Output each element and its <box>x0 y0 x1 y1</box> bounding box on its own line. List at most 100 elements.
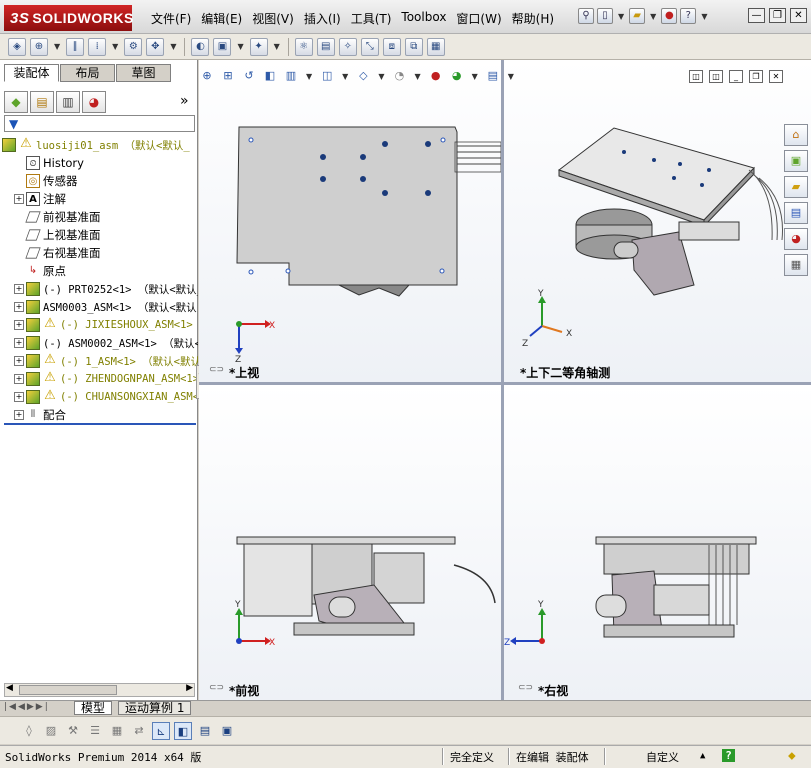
chevron-down-icon[interactable]: ▼ <box>508 72 514 81</box>
close-button[interactable]: ✕ <box>790 8 807 23</box>
tag-icon[interactable]: ⬥ <box>788 749 796 763</box>
restore-button[interactable]: ❐ <box>769 8 786 23</box>
origin-view-icon[interactable]: ⊾ <box>152 721 170 740</box>
exploded-view-icon[interactable]: ✧ <box>338 37 357 56</box>
chevron-down-icon[interactable]: ▼ <box>274 42 280 51</box>
part-icon[interactable]: ▨ <box>42 722 60 740</box>
solidworks-resources-icon[interactable]: ⌂ <box>784 124 808 146</box>
tree-item-history[interactable]: ⏲ History <box>2 154 198 172</box>
expand-icon[interactable]: + <box>14 392 24 402</box>
view-link-icon[interactable]: ⊂⊃ <box>518 683 533 693</box>
chevron-down-icon[interactable]: ▼ <box>650 12 656 21</box>
pin-icon[interactable]: ⚲ <box>578 8 594 24</box>
tab-model[interactable]: 模型 <box>74 701 113 715</box>
section-view-icon[interactable]: ◧ <box>262 68 278 84</box>
zoom-to-area-icon[interactable]: ⊞ <box>220 68 236 84</box>
scrollbar-thumb[interactable] <box>19 685 117 695</box>
view-settings-icon[interactable]: ▤ <box>485 68 501 84</box>
tab-sketch[interactable]: 草图 <box>116 64 171 82</box>
tree-root[interactable]: ⚠ luosiji01_asm （默认<默认_ <box>2 136 198 154</box>
property-manager-icon[interactable]: ▤ <box>30 91 54 113</box>
grid-icon[interactable]: ▦ <box>108 722 126 740</box>
tree-item-mates[interactable]: + ⫴ 配合 <box>2 406 198 424</box>
file-explorer-icon[interactable]: ▰ <box>784 176 808 198</box>
move-component-icon[interactable]: ✥ <box>146 37 165 56</box>
chevron-down-icon[interactable]: ▼ <box>237 42 243 51</box>
tree-item-front-plane[interactable]: 前视基准面 <box>2 208 198 226</box>
shaded-view-icon[interactable]: ◧ <box>174 721 192 740</box>
traffic-light-icon[interactable]: ● <box>661 8 678 24</box>
view-orientation-icon[interactable]: ◫ <box>319 68 335 84</box>
help-icon[interactable]: ? <box>680 8 697 24</box>
viewport-horizontal-splitter[interactable] <box>199 382 811 385</box>
menu-toolbox[interactable]: Toolbox <box>396 8 451 29</box>
explode-line-sketch-icon[interactable]: ⤡ <box>360 37 379 56</box>
chevron-down-icon[interactable]: ▼ <box>701 12 707 21</box>
expand-icon[interactable]: + <box>14 338 24 348</box>
menu-file[interactable]: 文件(F) <box>146 8 196 29</box>
help-icon[interactable]: ? <box>722 749 735 762</box>
linear-pattern-icon[interactable]: ⁞ <box>88 37 107 56</box>
design-library-icon[interactable]: ▣ <box>784 150 808 172</box>
insert-component-icon[interactable]: ⊕ <box>30 37 48 56</box>
bill-of-materials-icon[interactable]: ▤ <box>316 37 335 56</box>
tree-filter[interactable]: ▼ <box>4 115 195 132</box>
configuration-manager-icon[interactable]: ▥ <box>56 91 80 113</box>
appearances-scenes-icon[interactable]: ◕ <box>784 228 808 250</box>
double-chevron-right-icon[interactable]: » <box>180 93 189 109</box>
smart-fasteners-icon[interactable]: ⚙ <box>124 37 143 56</box>
table-icon[interactable]: ▤ <box>196 722 214 740</box>
menu-window[interactable]: 窗口(W) <box>451 8 506 29</box>
edit-component-icon[interactable]: ◈ <box>8 37 26 56</box>
interference-detection-icon[interactable]: ⧈ <box>382 37 401 56</box>
chevron-down-icon[interactable]: ▼ <box>378 72 384 81</box>
zoom-to-fit-icon[interactable]: ⊕ <box>199 68 215 84</box>
tree-item-component[interactable]: + ⚠ (-) 1_ASM<1> （默认<默认_ <box>2 352 198 370</box>
show-hidden-icon[interactable]: ◐ <box>191 37 210 56</box>
apply-scene-icon[interactable]: ◕ <box>449 68 465 84</box>
chevron-down-icon[interactable]: ▼ <box>414 72 420 81</box>
chevron-up-icon[interactable]: ▲ <box>700 751 705 761</box>
view-link-icon[interactable]: ⊂⊃ <box>209 683 224 693</box>
tree-horizontal-scrollbar[interactable]: ◀ ▶ <box>4 683 195 697</box>
tree-item-sensors[interactable]: ◎ 传感器 <box>2 172 198 190</box>
tree-item-origin[interactable]: ↳ 原点 <box>2 262 198 280</box>
tree-item-component[interactable]: + ⚠ (-) CHUANSONGXIAN_ASM<1> <box>2 388 198 406</box>
minimize-button[interactable]: — <box>748 8 765 23</box>
appearance-manager-icon[interactable]: ◕ <box>82 91 106 113</box>
expand-icon[interactable]: + <box>14 410 24 420</box>
list-icon[interactable]: ☰ <box>86 722 104 740</box>
menu-tools[interactable]: 工具(T) <box>346 8 397 29</box>
viewport-front[interactable]: Y X ⊂⊃ *前视 <box>199 385 501 700</box>
save-icon[interactable]: ▣ <box>218 722 236 740</box>
scroll-left-icon[interactable]: ◀ <box>6 683 13 693</box>
tab-navigation-arrows[interactable]: |◀◀▶▶| <box>4 702 50 712</box>
tree-item-component[interactable]: + ⚠ (-) ZHENDOGNPAN_ASM<1> <box>2 370 198 388</box>
viewport-right[interactable]: Y Z ⊂⊃ *右视 <box>504 385 811 700</box>
graphics-area[interactable]: X Z ⊂⊃ *上视 Y X Z *上下二等角轴测 Y X ⊂⊃ *前视 Y Z… <box>199 60 811 700</box>
view-link-icon[interactable]: ⊂⊃ <box>209 365 224 375</box>
expand-icon[interactable]: + <box>14 194 24 204</box>
chevron-down-icon[interactable]: ▼ <box>170 42 176 51</box>
open-folder-icon[interactable]: ▰ <box>629 8 646 24</box>
expand-icon[interactable]: + <box>14 374 24 384</box>
align-icon[interactable]: ⇄ <box>130 722 148 740</box>
tree-item-component[interactable]: + (-) ASM0002_ASM<1> （默认<默 <box>2 334 198 352</box>
chevron-down-icon[interactable]: ▼ <box>112 42 118 51</box>
assembly-features-icon[interactable]: ▣ <box>213 37 232 56</box>
menu-view[interactable]: 视图(V) <box>247 8 299 29</box>
view-palette-icon[interactable]: ▤ <box>784 202 808 224</box>
viewport-vertical-splitter[interactable] <box>501 60 504 700</box>
hide-show-items-icon[interactable]: ◔ <box>391 68 407 84</box>
viewport-top[interactable]: X Z ⊂⊃ *上视 <box>199 60 502 382</box>
tile-vertical-icon[interactable]: ◫ <box>709 70 723 83</box>
unit-system[interactable]: 自定义 <box>646 749 679 765</box>
chevron-down-icon[interactable]: ▼ <box>306 72 312 81</box>
feature-manager-icon[interactable]: ◆ <box>4 91 28 113</box>
expand-icon[interactable]: + <box>14 320 24 330</box>
tree-item-component[interactable]: + (-) PRT0252<1> （默认<默认_ <box>2 280 198 298</box>
expand-icon[interactable]: + <box>14 356 24 366</box>
new-motion-study-icon[interactable]: ⚛ <box>294 37 313 56</box>
custom-properties-icon[interactable]: ▦ <box>784 254 808 276</box>
tab-assembly[interactable]: 装配体 <box>4 64 59 82</box>
